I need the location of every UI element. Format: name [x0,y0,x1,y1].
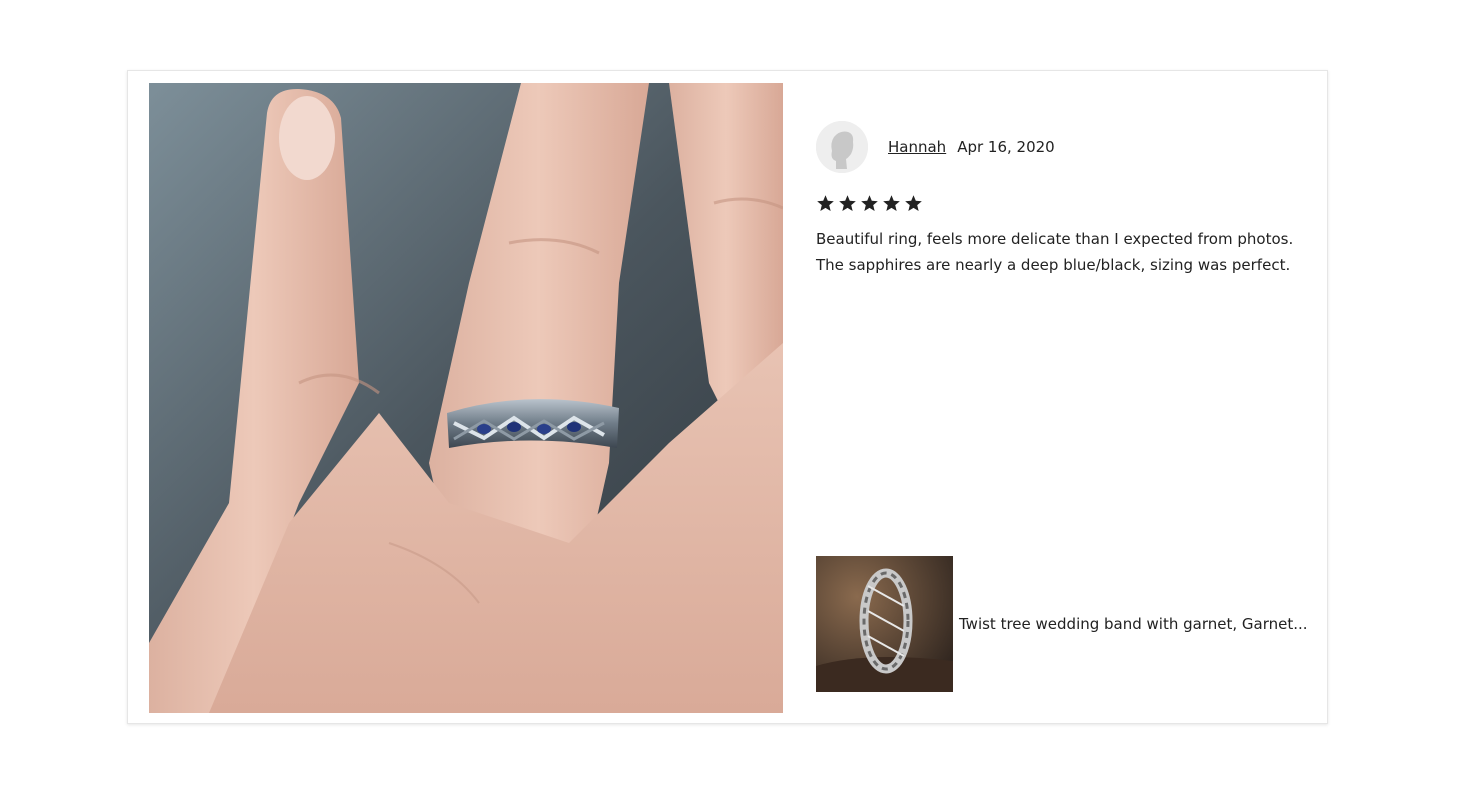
reviewer-name-link[interactable]: Hannah [888,138,946,156]
star-filled-icon [817,195,834,212]
hand-with-ring-image [149,83,783,713]
reviewer-info: Hannah Apr 16, 2020 [816,121,1055,173]
ring-thumbnail-image [816,556,953,692]
purchased-item-link[interactable]: Twist tree wedding band with garnet, Gar… [816,556,1308,692]
review-date: Apr 16, 2020 [957,138,1055,156]
item-thumbnail[interactable] [816,556,953,692]
review-text-line: The sapphires are nearly a deep blue/bla… [816,256,1291,274]
review-photo[interactable] [149,83,783,713]
star-filled-icon [905,195,922,212]
star-rating [816,194,926,213]
item-title[interactable]: Twist tree wedding band with garnet, Gar… [959,615,1308,633]
star-filled-icon [883,195,900,212]
star-filled-icon [861,195,878,212]
review-card: Hannah Apr 16, 2020 Beautiful ring, feel… [127,70,1328,724]
user-silhouette-icon [816,121,868,173]
avatar[interactable] [816,121,868,173]
review-text: Beautiful ring, feels more delicate than… [816,226,1306,278]
review-text-line: Beautiful ring, feels more delicate than… [816,230,1294,248]
star-filled-icon [839,195,856,212]
